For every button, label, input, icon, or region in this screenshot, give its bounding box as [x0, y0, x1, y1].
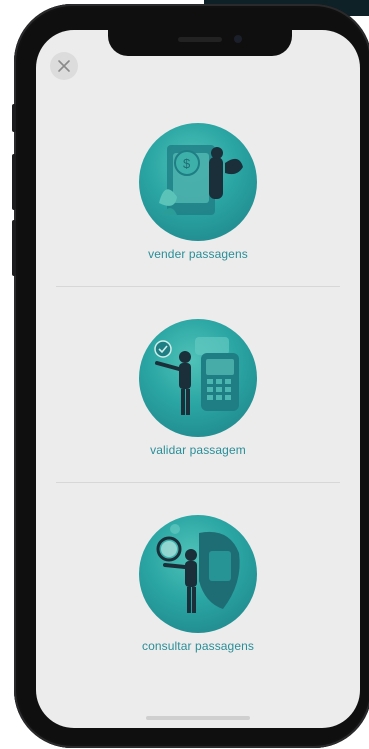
option-validar-passagem[interactable]: validar passagem	[36, 319, 360, 457]
app-screen: $ vender passagens validar passagem cons…	[36, 30, 360, 728]
notch	[108, 30, 292, 56]
option-vender-passagens[interactable]: $ vender passagens	[36, 123, 360, 261]
ticket-validation-illustration-icon	[139, 319, 257, 437]
speaker	[178, 37, 222, 42]
volume-down-button	[12, 220, 16, 276]
svg-text:$: $	[183, 156, 191, 171]
option-label: vender passagens	[148, 247, 248, 261]
camera	[234, 35, 242, 43]
option-label: validar passagem	[150, 443, 246, 457]
option-consultar-passagens[interactable]: consultar passagens	[36, 515, 360, 653]
close-button[interactable]	[50, 52, 78, 80]
home-indicator[interactable]	[146, 716, 250, 720]
divider	[56, 482, 340, 483]
ticket-search-illustration-icon	[139, 515, 257, 633]
option-label: consultar passagens	[142, 639, 254, 653]
mute-switch	[12, 104, 16, 132]
volume-up-button	[12, 154, 16, 210]
divider	[56, 286, 340, 287]
ticket-sale-illustration-icon: $	[139, 123, 257, 241]
close-icon	[58, 60, 70, 72]
